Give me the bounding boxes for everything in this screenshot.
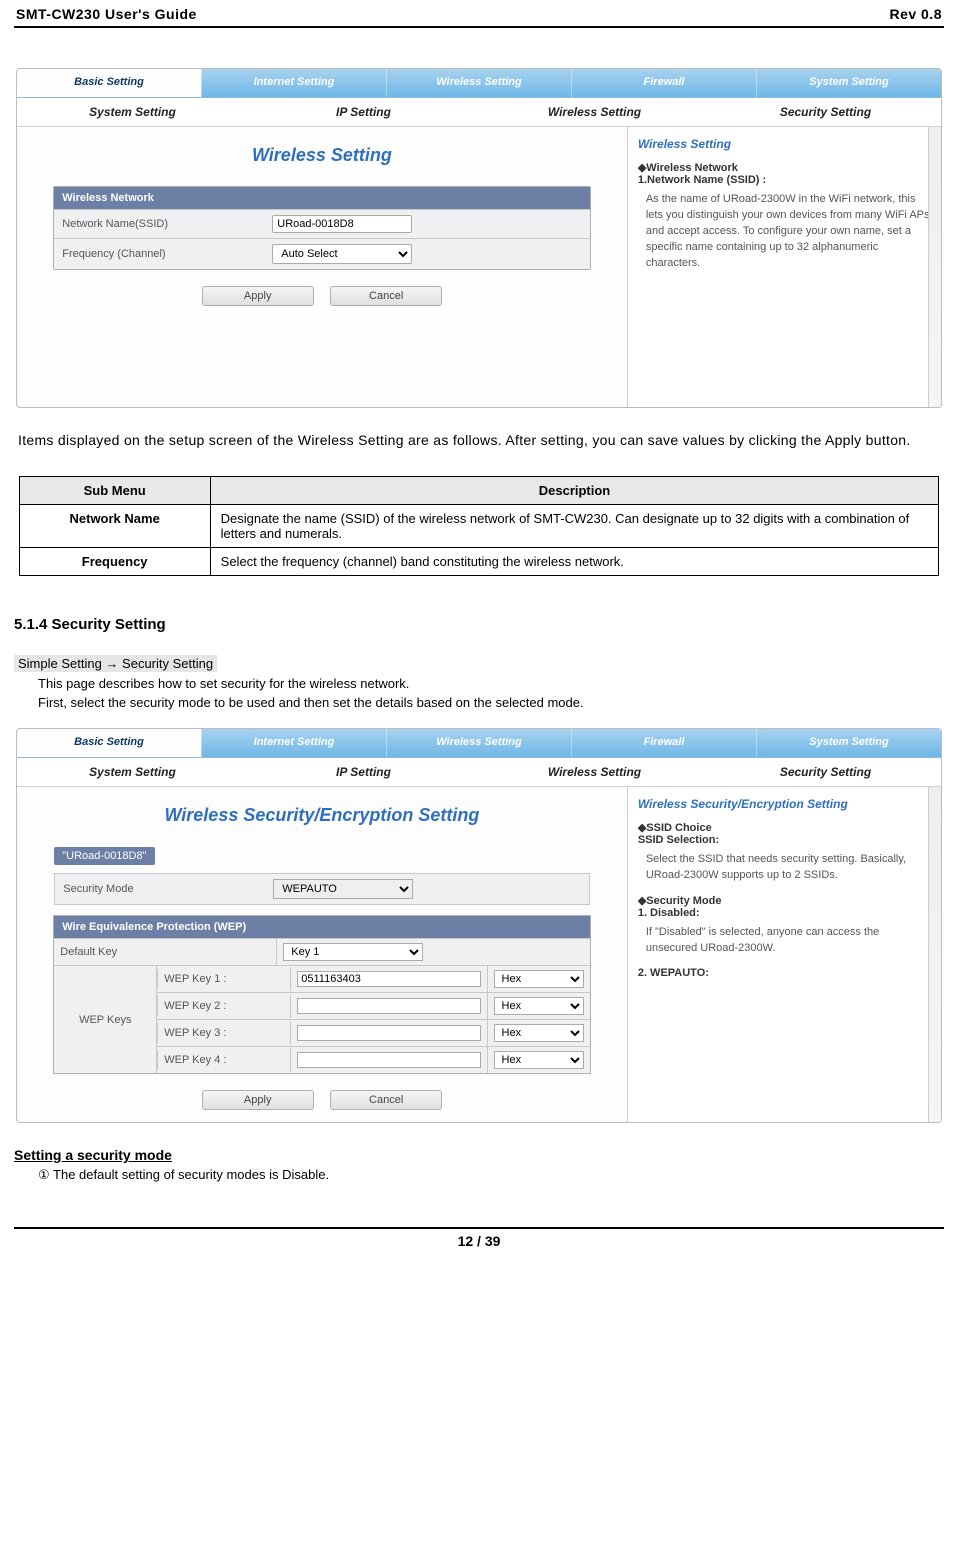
help2-sec1-body: If "Disabled" is selected, anyone can ac… xyxy=(646,925,931,957)
help2-sec2: 2. WEPAUTO: xyxy=(638,967,931,979)
frequency-label: Frequency (Channel) xyxy=(62,248,252,260)
scrollbar-thumb-2[interactable] xyxy=(931,791,939,801)
tab-system-setting[interactable]: System Setting xyxy=(756,69,941,97)
default-key-label: Default Key xyxy=(54,942,276,962)
help-body: As the name of URoad-2300W in the WiFi n… xyxy=(646,192,931,272)
subtab-security-2[interactable]: Security Setting xyxy=(710,758,941,786)
cancel-button-2[interactable]: Cancel xyxy=(330,1090,442,1110)
subtab-ip[interactable]: IP Setting xyxy=(248,98,479,126)
th-submenu: Sub Menu xyxy=(19,477,210,505)
th-description: Description xyxy=(210,477,939,505)
td-network-name: Network Name xyxy=(19,505,210,548)
wep-key1-label: WEP Key 1 : xyxy=(157,969,290,989)
header-rule xyxy=(14,26,944,28)
setting-security-mode-heading: Setting a security mode xyxy=(14,1147,944,1163)
tab-firewall-2[interactable]: Firewall xyxy=(571,729,756,757)
panel2-title: Wireless Security/Encryption Setting xyxy=(31,805,613,826)
wireless-network-box: Wireless Network Network Name(SSID) Freq… xyxy=(53,186,590,270)
subtab-system[interactable]: System Setting xyxy=(17,98,248,126)
help2-ssid: ◆SSID Choice xyxy=(638,821,931,834)
subtab-ip-2[interactable]: IP Setting xyxy=(248,758,479,786)
tab-basic-setting[interactable]: Basic Setting xyxy=(17,69,201,97)
wep-key1-input[interactable] xyxy=(297,971,480,987)
wep-key2-type[interactable]: Hex xyxy=(494,997,584,1015)
tab-wireless-setting-2[interactable]: Wireless Setting xyxy=(386,729,571,757)
description-table: Sub Menu Description Network Name Design… xyxy=(19,476,940,576)
footer-rule xyxy=(14,1227,944,1229)
sub-tabs-2: System Setting IP Setting Wireless Setti… xyxy=(17,758,941,787)
frequency-select[interactable]: Auto Select xyxy=(272,244,412,264)
td-network-name-desc: Designate the name (SSID) of the wireles… xyxy=(210,505,939,548)
help-panel: Wireless Setting ◆Wireless Network 1.Net… xyxy=(627,127,941,407)
tab-wireless-setting[interactable]: Wireless Setting xyxy=(386,69,571,97)
scrollbar-thumb[interactable] xyxy=(931,131,939,141)
screenshot-wireless-setting: Basic Setting Internet Setting Wireless … xyxy=(16,68,942,408)
cancel-button[interactable]: Cancel xyxy=(330,286,442,306)
help-h1: ◆Wireless Network xyxy=(638,161,931,174)
help2-ssid2: SSID Selection: xyxy=(638,834,931,846)
help2-title: Wireless Security/Encryption Setting xyxy=(638,797,931,811)
subtab-wireless[interactable]: Wireless Setting xyxy=(479,98,710,126)
ssid-input[interactable] xyxy=(272,215,412,233)
main-tabs-2: Basic Setting Internet Setting Wireless … xyxy=(17,729,941,758)
wireless-setting-form-area: Wireless Setting Wireless Network Networ… xyxy=(17,127,627,407)
security-form-area: Wireless Security/Encryption Setting "UR… xyxy=(17,787,627,1122)
default-key-select[interactable]: Key 1 xyxy=(283,943,423,961)
security-mode-label: Security Mode xyxy=(63,883,253,895)
wep-key2-label: WEP Key 2 : xyxy=(157,996,290,1016)
page-number: 12 / 39 xyxy=(14,1233,944,1249)
main-tabs: Basic Setting Internet Setting Wireless … xyxy=(17,69,941,98)
wep-key3-type[interactable]: Hex xyxy=(494,1024,584,1042)
box-header: Wireless Network xyxy=(54,187,589,209)
sub-tabs: System Setting IP Setting Wireless Setti… xyxy=(17,98,941,127)
sec514-line2: First, select the security mode to be us… xyxy=(38,695,944,710)
tab-system-setting-2[interactable]: System Setting xyxy=(756,729,941,757)
wep-keys-label: WEP Keys xyxy=(54,966,157,1073)
subtab-wireless-2[interactable]: Wireless Setting xyxy=(479,758,710,786)
secmode-item-1: ① The default setting of security modes … xyxy=(38,1167,944,1183)
breadcrumb: Simple Setting → Security Setting xyxy=(14,655,217,672)
wep-key3-label: WEP Key 3 : xyxy=(157,1023,290,1043)
ssid-chip: "URoad-0018D8" xyxy=(54,847,154,865)
doc-header: SMT-CW230 User's Guide Rev 0.8 xyxy=(14,0,944,26)
tab-internet-setting-2[interactable]: Internet Setting xyxy=(201,729,386,757)
doc-title-right: Rev 0.8 xyxy=(889,6,942,22)
wep-grid: Wire Equivalence Protection (WEP) Defaul… xyxy=(53,915,590,1074)
help2-sec: ◆Security Mode xyxy=(638,894,931,907)
td-frequency-desc: Select the frequency (channel) band cons… xyxy=(210,548,939,576)
sec514-line1: This page describes how to set security … xyxy=(38,676,944,691)
subtab-security[interactable]: Security Setting xyxy=(710,98,941,126)
help-h2: 1.Network Name (SSID) : xyxy=(638,174,931,186)
wep-key3-input[interactable] xyxy=(297,1025,480,1041)
doc-title-left: SMT-CW230 User's Guide xyxy=(16,6,197,22)
help-panel-2: Wireless Security/Encryption Setting ◆SS… xyxy=(627,787,941,1122)
tab-internet-setting[interactable]: Internet Setting xyxy=(201,69,386,97)
security-mode-select[interactable]: WEPAUTO xyxy=(273,879,413,899)
panel-title: Wireless Setting xyxy=(31,145,613,166)
wep-key1-type[interactable]: Hex xyxy=(494,970,584,988)
wep-key4-type[interactable]: Hex xyxy=(494,1051,584,1069)
intro-paragraph: Items displayed on the setup screen of t… xyxy=(18,432,940,448)
apply-button[interactable]: Apply xyxy=(202,286,314,306)
wep-key4-label: WEP Key 4 : xyxy=(157,1050,290,1070)
wep-key2-input[interactable] xyxy=(297,998,480,1014)
help2-ssid-body: Select the SSID that needs security sett… xyxy=(646,852,931,884)
td-frequency: Frequency xyxy=(19,548,210,576)
section-514-heading: 5.1.4 Security Setting xyxy=(14,616,944,633)
ssid-label: Network Name(SSID) xyxy=(62,218,252,230)
tab-basic-setting-2[interactable]: Basic Setting xyxy=(17,729,201,757)
wep-header: Wire Equivalence Protection (WEP) xyxy=(54,916,589,938)
screenshot-security-setting: Basic Setting Internet Setting Wireless … xyxy=(16,728,942,1123)
apply-button-2[interactable]: Apply xyxy=(202,1090,314,1110)
wep-key4-input[interactable] xyxy=(297,1052,480,1068)
subtab-system-2[interactable]: System Setting xyxy=(17,758,248,786)
help-title: Wireless Setting xyxy=(638,137,931,151)
tab-firewall[interactable]: Firewall xyxy=(571,69,756,97)
help2-sec1: 1. Disabled: xyxy=(638,907,931,919)
